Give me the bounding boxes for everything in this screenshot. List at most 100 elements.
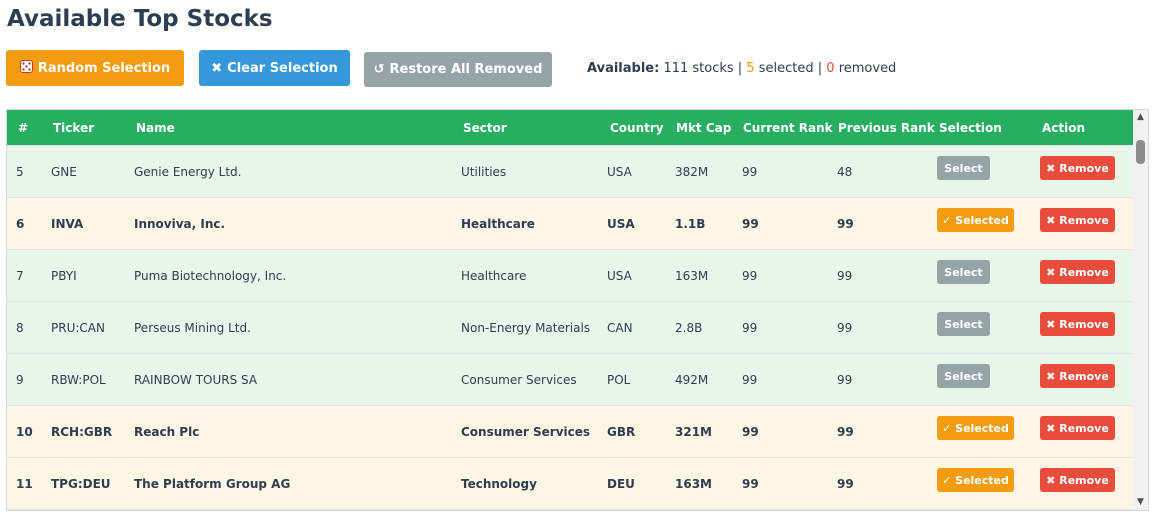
row-country: USA xyxy=(607,165,632,179)
header-mkt-cap: Mkt Cap xyxy=(676,121,732,135)
table-row: 9 RBW:POL RAINBOW TOURS SA Consumer Service… xyxy=(7,354,1134,406)
row-name: RAINBOW TOURS SA xyxy=(134,373,258,387)
header-ticker: Ticker xyxy=(53,121,95,135)
header-sector: Sector xyxy=(463,121,507,135)
table-row: 10 RCH:GBR Reach Plc Consumer Services GBR 32… xyxy=(7,406,1134,458)
remove-button[interactable]: ✖ Remove xyxy=(1040,208,1115,232)
remove-button[interactable]: ✖ Remove xyxy=(1040,312,1115,336)
row-ticker: RBW:POL xyxy=(51,373,106,387)
row-previous-rank: 99 xyxy=(837,373,853,387)
row-number: 9 xyxy=(16,373,24,387)
row-country: USA xyxy=(607,217,635,231)
row-previous-rank: 99 xyxy=(837,269,853,283)
scroll-up-arrow-icon[interactable]: ▲ xyxy=(1133,110,1148,125)
row-current-rank: 99 xyxy=(742,269,758,283)
row-current-rank: 99 xyxy=(742,373,758,387)
select-button[interactable]: Select xyxy=(937,364,990,388)
row-country: DEU xyxy=(607,477,635,491)
remove-button[interactable]: ✖ Remove xyxy=(1040,260,1115,284)
row-current-rank: 99 xyxy=(742,321,758,335)
available-count: 111 stocks xyxy=(663,61,734,76)
row-ticker: PBYI xyxy=(51,269,77,283)
row-number: 5 xyxy=(16,165,24,179)
row-ticker: RCH:GBR xyxy=(51,425,113,439)
row-current-rank: 99 xyxy=(742,165,758,179)
row-sector: Utilities xyxy=(461,165,507,179)
row-previous-rank: 99 xyxy=(837,217,854,231)
row-number: 8 xyxy=(16,321,24,335)
selected-count: 5 xyxy=(746,61,755,76)
stats-summary: Available: 111 stocks | 5 selected | 0 r… xyxy=(587,61,896,76)
row-sector: Non-Energy Materials xyxy=(461,321,591,335)
table-row: 11 TPG:DEU The Platform Group AG Technology… xyxy=(7,458,1134,510)
row-sector: Healthcare xyxy=(461,217,535,231)
row-previous-rank: 99 xyxy=(837,321,853,335)
select-button[interactable]: Select xyxy=(937,156,990,180)
header-selection: Selection xyxy=(939,121,1002,135)
row-number: 7 xyxy=(16,269,24,283)
row-previous-rank: 99 xyxy=(837,425,854,439)
stats-separator: | xyxy=(733,61,747,76)
dice-icon xyxy=(19,59,33,77)
restore-all-removed-label: Restore All Removed xyxy=(389,62,543,77)
row-current-rank: 99 xyxy=(742,477,759,491)
row-country: USA xyxy=(607,269,632,283)
header-country: Country xyxy=(610,121,664,135)
row-name: Perseus Mining Ltd. xyxy=(134,321,251,335)
row-market-cap: 1.1B xyxy=(675,217,706,231)
row-name: Puma Biotechnology, Inc. xyxy=(134,269,287,283)
random-selection-button[interactable]: Random Selection xyxy=(6,50,184,86)
table-header: # Ticker Name Sector Country Mkt Cap Current R… xyxy=(7,110,1134,145)
row-market-cap: 321M xyxy=(675,425,712,439)
row-previous-rank: 99 xyxy=(837,477,854,491)
row-ticker: TPG:DEU xyxy=(51,477,111,491)
stats-label: Available: xyxy=(587,61,660,76)
row-previous-rank: 48 xyxy=(837,165,853,179)
clear-selection-label: Clear Selection xyxy=(227,60,338,76)
table-body: 4G5EN:SWEG5 Entertainment ABTechnologySW… xyxy=(7,110,1134,510)
header-previous-rank: Previous Rank xyxy=(838,121,935,135)
row-sector: Technology xyxy=(461,477,537,491)
selected-toggle-button[interactable]: ✓ Selected xyxy=(937,416,1014,440)
row-current-rank: 99 xyxy=(742,217,759,231)
page-title: Available Top Stocks xyxy=(7,6,273,32)
row-ticker: GNE xyxy=(51,165,77,179)
selected-toggle-button[interactable]: ✓ Selected xyxy=(937,468,1014,492)
removed-text: removed xyxy=(834,61,897,76)
remove-button[interactable]: ✖ Remove xyxy=(1040,468,1115,492)
stats-separator: | xyxy=(813,61,827,76)
table-row: 7 PBYI Puma Biotechnology, Inc. Healthcare U… xyxy=(7,250,1134,302)
row-country: GBR xyxy=(607,425,636,439)
table-row: 5 GNE Genie Energy Ltd. Utilities USA 382M 99 4… xyxy=(7,146,1134,198)
header-name: Name xyxy=(136,121,175,135)
scrollbar-thumb[interactable] xyxy=(1136,140,1145,164)
row-number: 11 xyxy=(16,477,33,491)
header-current-rank: Current Rank xyxy=(743,121,833,135)
row-ticker: INVA xyxy=(51,217,84,231)
removed-count: 0 xyxy=(826,61,835,76)
selected-toggle-button[interactable]: ✓ Selected xyxy=(937,208,1014,232)
row-market-cap: 163M xyxy=(675,477,712,491)
remove-button[interactable]: ✖ Remove xyxy=(1040,416,1115,440)
row-number: 6 xyxy=(16,217,25,231)
header-num: # xyxy=(18,121,29,135)
remove-button[interactable]: ✖ Remove xyxy=(1040,156,1115,180)
select-button[interactable]: Select xyxy=(937,312,990,336)
row-number: 10 xyxy=(16,425,33,439)
table-row: 6 INVA Innoviva, Inc. Healthcare USA 1.1B 99 99… xyxy=(7,198,1134,250)
clear-selection-button[interactable]: ✖ Clear Selection xyxy=(199,50,350,86)
row-current-rank: 99 xyxy=(742,425,759,439)
select-button[interactable]: Select xyxy=(937,260,990,284)
row-name: Reach Plc xyxy=(134,425,200,439)
row-country: CAN xyxy=(607,321,633,335)
scroll-down-arrow-icon[interactable]: ▼ xyxy=(1133,495,1148,510)
row-name: Innoviva, Inc. xyxy=(134,217,226,231)
close-icon: ✖ xyxy=(211,60,223,76)
header-action: Action xyxy=(1042,121,1086,135)
vertical-scrollbar[interactable]: ▲ ▼ xyxy=(1133,110,1148,510)
row-market-cap: 163M xyxy=(675,269,709,283)
row-country: POL xyxy=(607,373,631,387)
restore-all-removed-button[interactable]: ↺ Restore All Removed xyxy=(364,52,552,87)
remove-button[interactable]: ✖ Remove xyxy=(1040,364,1115,388)
row-ticker: PRU:CAN xyxy=(51,321,105,335)
